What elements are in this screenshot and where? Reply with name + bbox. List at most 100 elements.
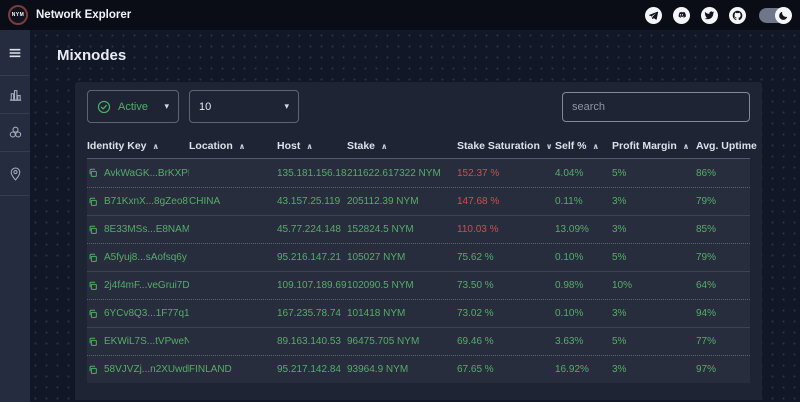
table-row[interactable]: 6YCv8Q3...1F77q1yV167.235.78.74101418 NY… [87, 299, 750, 327]
brand-title: Network Explorer [36, 9, 131, 21]
column-label: Self % [555, 140, 587, 152]
chevron-down-icon: ▾ [284, 101, 289, 112]
profit-margin-cell: 3% [612, 308, 696, 319]
column-header-location[interactable]: Location∧ [189, 140, 277, 152]
identity-key-link[interactable]: A5fyuj8...sAofsq6y [104, 252, 187, 263]
avg-uptime-cell: 85% [696, 224, 750, 235]
table-row[interactable]: 2j4f4mF...veGrui7D109.107.189.69102090.5… [87, 271, 750, 299]
discord-icon[interactable] [673, 7, 690, 24]
stake-cell: 101418 NYM [347, 308, 457, 319]
table-row[interactable]: 58VJVZj...n2XUwdkUFINLAND95.217.142.8493… [87, 355, 750, 383]
identity-key-link[interactable]: EKWiL7S...tVPweNmt [104, 336, 189, 347]
host-cell: 89.163.140.53 [277, 336, 347, 347]
avg-uptime-cell: 97% [696, 364, 750, 375]
profit-margin-cell: 3% [612, 224, 696, 235]
copy-icon[interactable] [88, 225, 98, 235]
table-body: AvkWaGK...BrKXPRFD135.181.156.18211622.6… [87, 159, 750, 383]
identity-key-cell: 6YCv8Q3...1F77q1yV [87, 308, 189, 319]
profit-margin-cell: 3% [612, 196, 696, 207]
self-percent-cell: 3.63% [555, 336, 612, 347]
stake-saturation-cell: 67.65 % [457, 364, 555, 375]
copy-icon[interactable] [88, 337, 98, 347]
sidebar-item-nodes[interactable] [0, 114, 30, 152]
copy-icon[interactable] [88, 197, 98, 207]
sort-desc-icon: ∨ [546, 142, 553, 151]
column-label: Profit Margin [612, 140, 677, 152]
column-header-self[interactable]: Self % ∧ [555, 140, 612, 152]
profit-margin-cell: 5% [612, 336, 696, 347]
copy-icon[interactable] [88, 309, 98, 319]
github-icon[interactable] [729, 7, 746, 24]
table-row[interactable]: AvkWaGK...BrKXPRFD135.181.156.18211622.6… [87, 159, 750, 187]
column-header-avg-uptime[interactable]: Avg. Uptime∧ [696, 140, 762, 152]
identity-key-link[interactable]: 58VJVZj...n2XUwdkU [104, 364, 189, 375]
table-header-row: Identity Key∧Location∧Host∧Stake∧Stake S… [87, 134, 750, 159]
top-bar: NYM Network Explorer [0, 0, 800, 30]
sort-asc-icon: ∧ [683, 142, 690, 151]
profit-margin-cell: 5% [612, 252, 696, 263]
column-header-stake[interactable]: Stake∧ [347, 140, 457, 152]
column-label: Identity Key [87, 140, 147, 152]
identity-key-link[interactable]: B71KxnX...8gZeo8Yx [104, 196, 189, 207]
identity-key-link[interactable]: 8E33MSs...E8NAMxL3 [104, 224, 189, 235]
chevron-down-icon: ▾ [164, 101, 169, 112]
copy-icon[interactable] [88, 281, 98, 291]
identity-key-cell: 8E33MSs...E8NAMxL3 [87, 224, 189, 235]
host-cell: 95.216.147.21 [277, 252, 347, 263]
avg-uptime-cell: 86% [696, 168, 750, 179]
page-size-select[interactable]: 10 ▾ [189, 90, 299, 123]
avg-uptime-cell: 79% [696, 196, 750, 207]
sidebar-item-bar-chart[interactable] [0, 76, 30, 114]
column-header-profit-margin[interactable]: Profit Margin ∧ [612, 140, 696, 152]
column-label: Location [189, 140, 233, 152]
twitter-icon[interactable] [701, 7, 718, 24]
telegram-icon[interactable] [645, 7, 662, 24]
column-header-stake-saturation[interactable]: Stake Saturation ∨ [457, 140, 555, 152]
status-filter-select[interactable]: Active ▾ [87, 90, 179, 123]
stake-saturation-cell: 73.50 % [457, 280, 555, 291]
stake-saturation-cell: 152.37 % [457, 168, 555, 179]
self-percent-cell: 13.09% [555, 224, 612, 235]
filter-bar: Active ▾ 10 ▾ [87, 90, 750, 123]
theme-toggle[interactable] [759, 8, 790, 23]
avg-uptime-cell: 64% [696, 280, 750, 291]
column-header-identity-key[interactable]: Identity Key∧ [87, 140, 189, 152]
table-row[interactable]: A5fyuj8...sAofsq6y95.216.147.21105027 NY… [87, 243, 750, 271]
sidebar-item-menu[interactable] [0, 30, 30, 76]
profit-margin-cell: 10% [612, 280, 696, 291]
location-cell: FINLAND [189, 364, 277, 375]
column-header-host[interactable]: Host∧ [277, 140, 347, 152]
profit-margin-cell: 3% [612, 364, 696, 375]
stake-cell: 93964.9 NYM [347, 364, 457, 375]
table-row[interactable]: B71KxnX...8gZeo8YxCHINA43.157.25.1192051… [87, 187, 750, 215]
self-percent-cell: 0.10% [555, 308, 612, 319]
copy-icon[interactable] [88, 168, 98, 178]
identity-key-link[interactable]: 6YCv8Q3...1F77q1yV [104, 308, 189, 319]
table-row[interactable]: EKWiL7S...tVPweNmt89.163.140.5396475.705… [87, 327, 750, 355]
copy-icon[interactable] [88, 365, 98, 375]
copy-icon[interactable] [88, 253, 98, 263]
stake-saturation-cell: 147.68 % [457, 196, 555, 207]
sort-asc-icon: ∧ [593, 142, 600, 151]
column-label: Stake Saturation [457, 140, 540, 152]
status-filter-value: Active [118, 101, 148, 113]
sort-asc-icon: ∧ [381, 142, 388, 151]
stake-saturation-cell: 110.03 % [457, 224, 555, 235]
page-size-value: 10 [199, 101, 211, 113]
column-label: Avg. Uptime [696, 140, 757, 152]
sidebar-item-location-pin[interactable] [0, 152, 30, 196]
stake-saturation-cell: 73.02 % [457, 308, 555, 319]
avg-uptime-cell: 94% [696, 308, 750, 319]
check-circle-icon [97, 100, 111, 114]
social-icons [645, 7, 790, 24]
identity-key-link[interactable]: AvkWaGK...BrKXPRFD [104, 168, 189, 179]
sidebar [0, 30, 30, 402]
stake-cell: 211622.617322 NYM [347, 168, 457, 179]
nym-logo[interactable]: NYM [8, 5, 28, 25]
table-row[interactable]: 8E33MSs...E8NAMxL345.77.224.148152824.5 … [87, 215, 750, 243]
identity-key-cell: EKWiL7S...tVPweNmt [87, 336, 189, 347]
host-cell: 109.107.189.69 [277, 280, 347, 291]
main-content: Mixnodes Active ▾ 10 ▾ Iden [30, 30, 800, 402]
identity-key-link[interactable]: 2j4f4mF...veGrui7D [104, 280, 189, 291]
search-input[interactable] [562, 92, 750, 122]
